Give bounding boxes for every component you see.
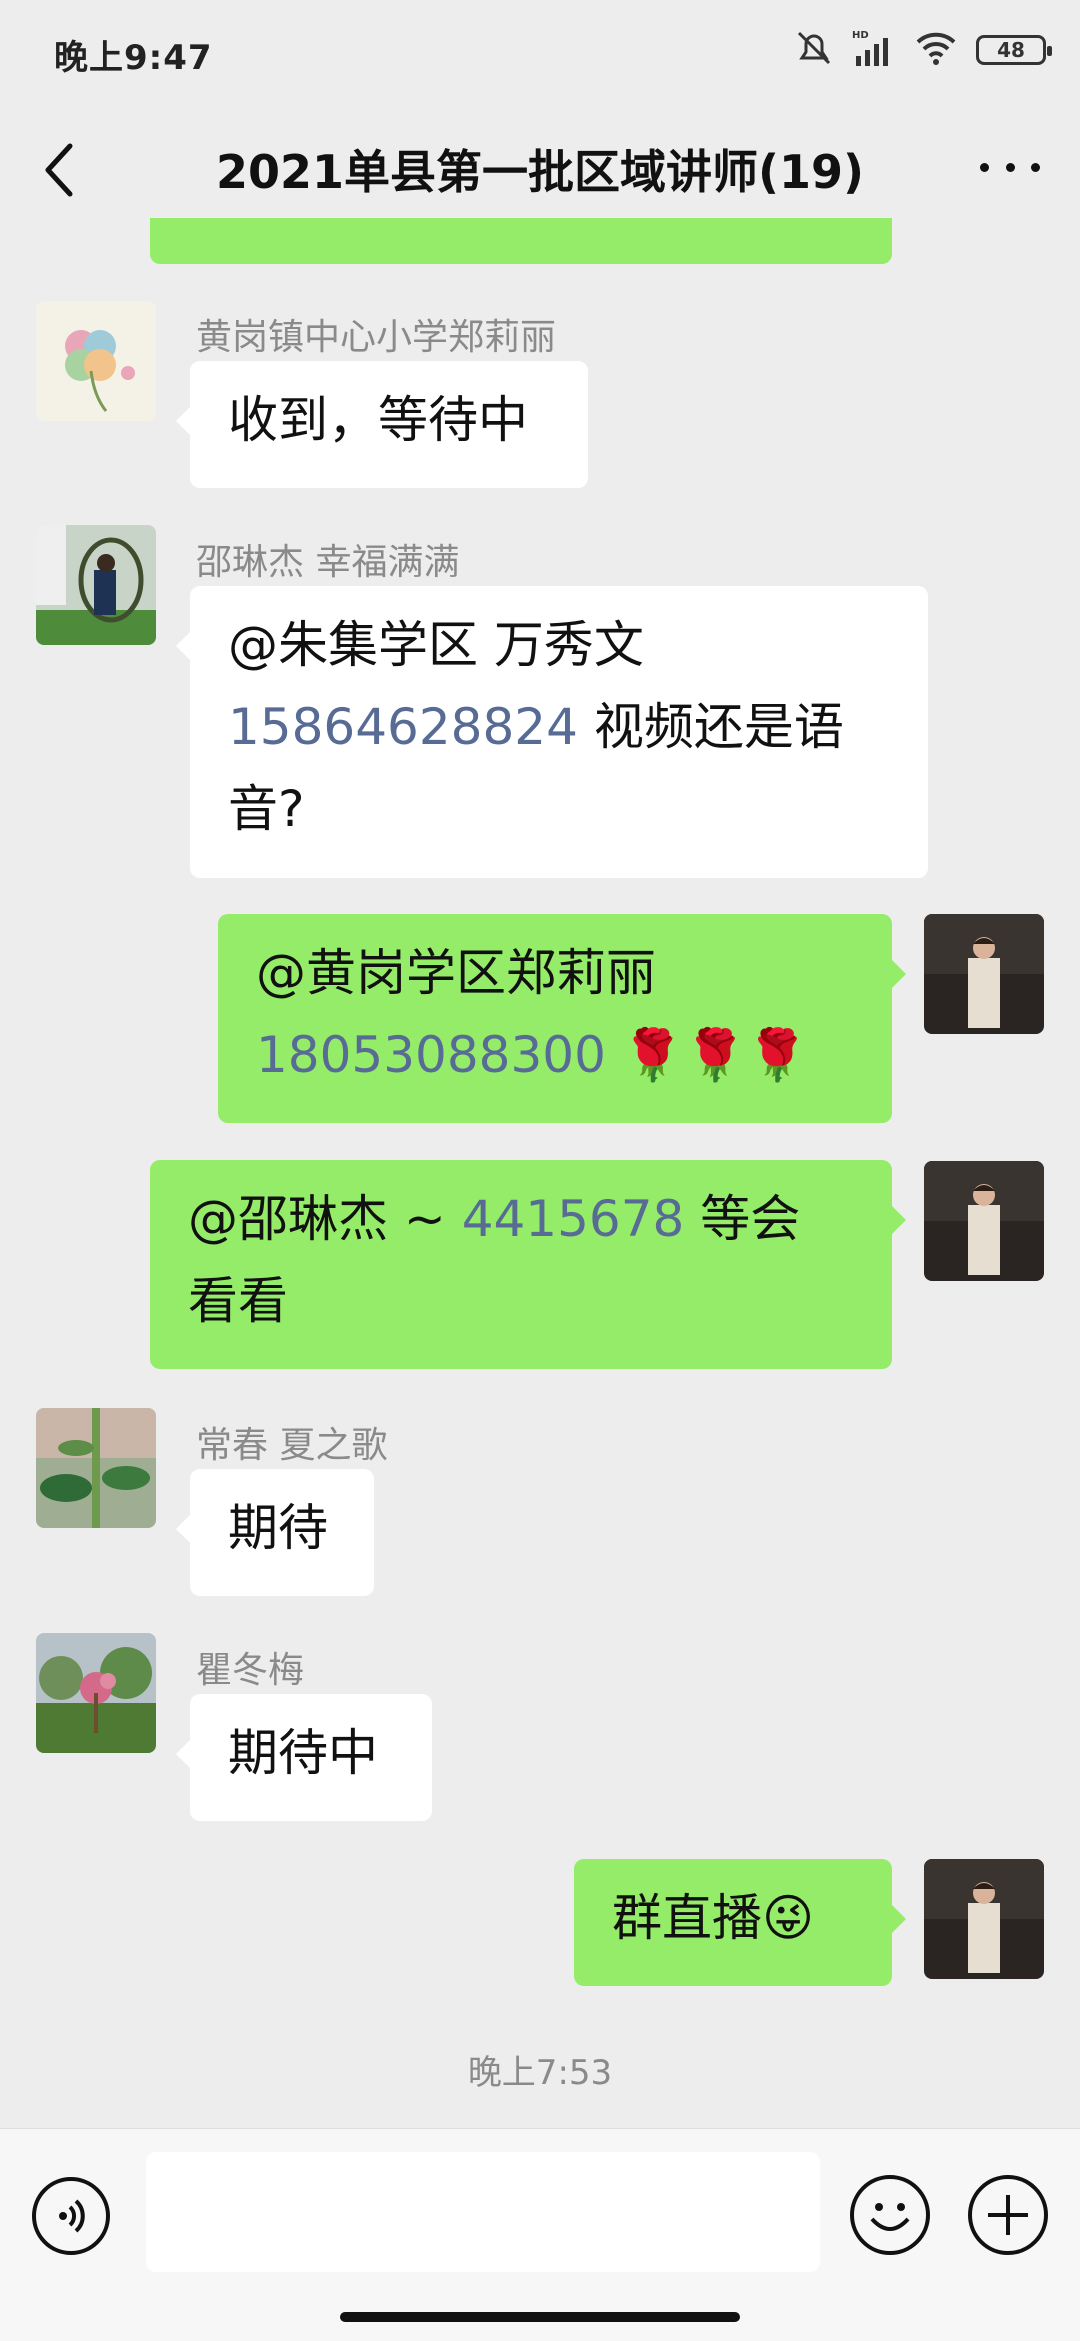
message-bubble-self[interactable]: @黄岗学区郑莉丽 18053088300 🌹🌹🌹 — [218, 914, 906, 1123]
message-text: 视频还是语 — [577, 698, 844, 756]
phone-link[interactable]: 18053088300 — [256, 1026, 606, 1084]
message-bubble[interactable]: @朱集学区 万秀文 15864628824 视频还是语 音? — [176, 586, 928, 878]
wifi-icon — [914, 28, 958, 72]
smiley-icon — [870, 2203, 910, 2231]
message-line: 看看 — [188, 1272, 288, 1330]
message-line: @黄岗学区郑莉丽 — [256, 944, 656, 1002]
phone-link[interactable]: 4415678 — [462, 1190, 685, 1248]
sender-name: 黄岗镇中心小学郑莉丽 — [196, 317, 557, 358]
message-text: 期待 — [228, 1499, 328, 1557]
more-options-button[interactable] — [980, 152, 1040, 182]
self-avatar[interactable] — [924, 1859, 1044, 1979]
battery-icon: 48 — [976, 35, 1052, 65]
message-text: 群直播😜 — [612, 1889, 815, 1947]
sender-name: 常春 夏之歌 — [196, 1425, 388, 1466]
message-line: 音? — [228, 780, 305, 838]
more-functions-button[interactable] — [968, 2175, 1048, 2255]
emoji-button[interactable] — [850, 2175, 930, 2255]
avatar[interactable] — [36, 301, 156, 421]
message-text: 等会 — [684, 1190, 801, 1248]
message-bubble[interactable]: 期待 — [176, 1469, 374, 1596]
self-avatar[interactable] — [924, 1161, 1044, 1281]
chat-title: 2021单县第一批区域讲师(19) — [215, 145, 865, 199]
message-text: @邵琳杰 ~ — [188, 1190, 462, 1248]
avatar[interactable] — [36, 1633, 156, 1753]
message-bubble-partial[interactable] — [150, 218, 892, 264]
sender-name: 瞿冬梅 — [196, 1650, 305, 1691]
rose-emojis: 🌹🌹🌹 — [605, 1026, 809, 1084]
plus-icon — [988, 2195, 1028, 2235]
home-indicator[interactable] — [340, 2312, 740, 2322]
mute-bell-icon — [794, 28, 834, 72]
voice-icon — [59, 2199, 85, 2233]
status-icons: HD 48 — [794, 28, 1052, 72]
self-avatar[interactable] — [924, 914, 1044, 1034]
message-bubble-self[interactable]: 群直播😜 — [574, 1859, 906, 1986]
avatar[interactable] — [36, 1408, 156, 1528]
message-bubble-self[interactable]: @邵琳杰 ~ 4415678 等会 看看 — [150, 1160, 906, 1369]
phone-link[interactable]: 15864628824 — [228, 698, 578, 756]
chat-timestamp: 晚上7:53 — [467, 2053, 613, 2093]
avatar[interactable] — [36, 525, 156, 645]
message-line: @朱集学区 万秀文 — [228, 616, 644, 674]
battery-level: 48 — [997, 38, 1025, 62]
sender-name: 邵琳杰 幸福满满 — [196, 542, 460, 583]
message-text: 期待中 — [228, 1724, 378, 1782]
svg-text:HD: HD — [852, 30, 869, 41]
message-text: 收到，等待中 — [228, 391, 528, 449]
status-time: 晚上9:47 — [54, 38, 213, 78]
signal-icon: HD — [852, 28, 896, 72]
message-bubble[interactable]: 收到，等待中 — [176, 361, 588, 488]
message-bubble[interactable]: 期待中 — [176, 1694, 432, 1821]
voice-input-button[interactable] — [32, 2177, 110, 2255]
message-input[interactable] — [146, 2152, 820, 2272]
